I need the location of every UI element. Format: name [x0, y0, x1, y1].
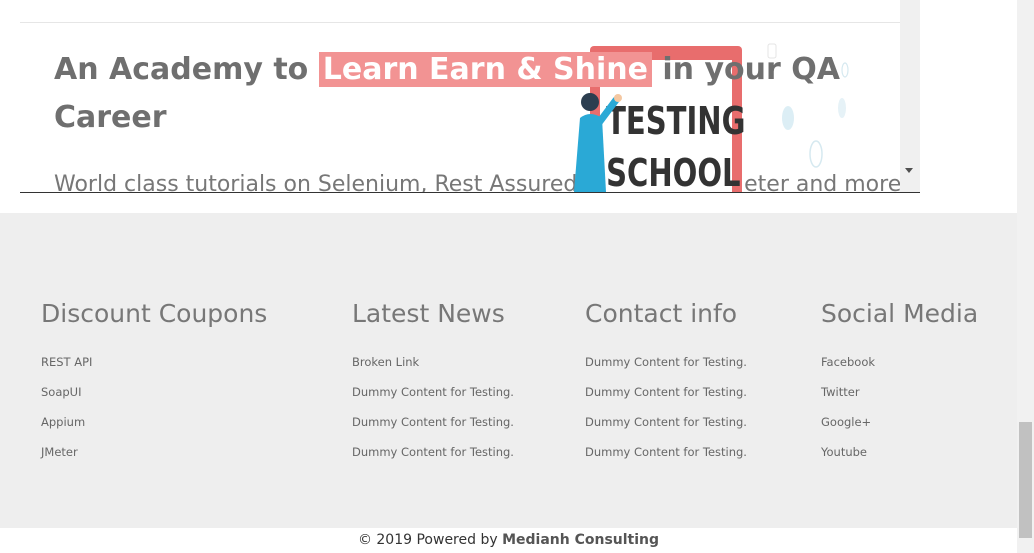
frame-scrollbar[interactable] — [900, 0, 920, 192]
site-footer: Discount Coupons REST API SoapUI Appium … — [0, 213, 1017, 528]
footer-link[interactable]: Dummy Content for Testing. — [585, 445, 747, 459]
latest-news-heading: Latest News — [352, 299, 505, 328]
social-media-heading: Social Media — [821, 299, 979, 328]
footer-link[interactable]: Dummy Content for Testing. — [585, 415, 747, 429]
contact-info-section: Contact info Dummy Content for Testing. … — [585, 297, 747, 467]
footer-link[interactable]: Facebook — [821, 355, 875, 369]
list-item[interactable]: Youtube — [821, 437, 978, 467]
footer-link[interactable]: Dummy Content for Testing. — [585, 355, 747, 369]
footer-link[interactable]: Dummy Content for Testing. — [352, 385, 514, 399]
brand-link[interactable]: Medianh Consulting — [502, 532, 659, 548]
footer-link[interactable]: Broken Link — [352, 355, 419, 369]
list-item[interactable]: Broken Link — [352, 347, 514, 377]
illustration-word-school: SCHOOL — [606, 152, 740, 192]
footer-link[interactable]: Google+ — [821, 415, 871, 429]
page-scrollbar-thumb[interactable] — [1019, 422, 1032, 538]
list-item[interactable]: Dummy Content for Testing. — [585, 437, 747, 467]
list-item[interactable]: Dummy Content for Testing. — [585, 407, 747, 437]
copyright-bar: © 2019 Powered by Medianh Consulting — [0, 528, 1017, 553]
list-item[interactable]: Dummy Content for Testing. — [352, 437, 514, 467]
footer-link[interactable]: REST API — [41, 355, 92, 369]
list-item[interactable]: SoapUI — [41, 377, 267, 407]
list-item[interactable]: Dummy Content for Testing. — [352, 407, 514, 437]
frame-scrollbar-thumb[interactable] — [902, 0, 918, 160]
frame-content: TESTING SCHOOL An Academy to Learn Earn … — [20, 0, 900, 192]
footer-link[interactable]: Youtube — [821, 445, 867, 459]
footer-link[interactable]: Dummy Content for Testing. — [585, 385, 747, 399]
discount-coupons-heading: Discount Coupons — [41, 299, 268, 328]
contact-info-heading: Contact info — [585, 299, 738, 328]
list-item[interactable]: Google+ — [821, 407, 978, 437]
footer-link[interactable]: Twitter — [821, 385, 860, 399]
hero-title: An Academy to Learn Earn & Shine in your… — [54, 46, 874, 142]
list-item[interactable]: Dummy Content for Testing. — [352, 377, 514, 407]
footer-link[interactable]: Dummy Content for Testing. — [352, 445, 514, 459]
embedded-frame[interactable]: TESTING SCHOOL An Academy to Learn Earn … — [20, 0, 920, 193]
footer-link[interactable]: Appium — [41, 415, 85, 429]
hero-title-start: An Academy to — [54, 52, 319, 87]
copyright-text: © 2019 Powered by — [357, 532, 503, 548]
list-item[interactable]: Dummy Content for Testing. — [585, 377, 747, 407]
list-item[interactable]: Twitter — [821, 377, 978, 407]
divider — [20, 22, 900, 23]
footer-link[interactable]: JMeter — [41, 445, 78, 459]
scroll-down-arrow-icon[interactable] — [905, 168, 913, 173]
list-item[interactable]: Dummy Content for Testing. — [585, 347, 747, 377]
page-scrollbar[interactable] — [1017, 0, 1034, 553]
list-item[interactable]: Appium — [41, 407, 267, 437]
list-item[interactable]: JMeter — [41, 437, 267, 467]
hero-title-highlight: Learn Earn & Shine — [318, 52, 652, 87]
footer-link[interactable]: SoapUI — [41, 385, 82, 399]
social-media-section: Social Media Facebook Twitter Google+ Yo… — [821, 297, 978, 467]
latest-news-section: Latest News Broken Link Dummy Content fo… — [352, 297, 514, 467]
list-item[interactable]: Facebook — [821, 347, 978, 377]
footer-link[interactable]: Dummy Content for Testing. — [352, 415, 514, 429]
list-item[interactable]: REST API — [41, 347, 267, 377]
discount-coupons-section: Discount Coupons REST API SoapUI Appium … — [41, 297, 267, 467]
